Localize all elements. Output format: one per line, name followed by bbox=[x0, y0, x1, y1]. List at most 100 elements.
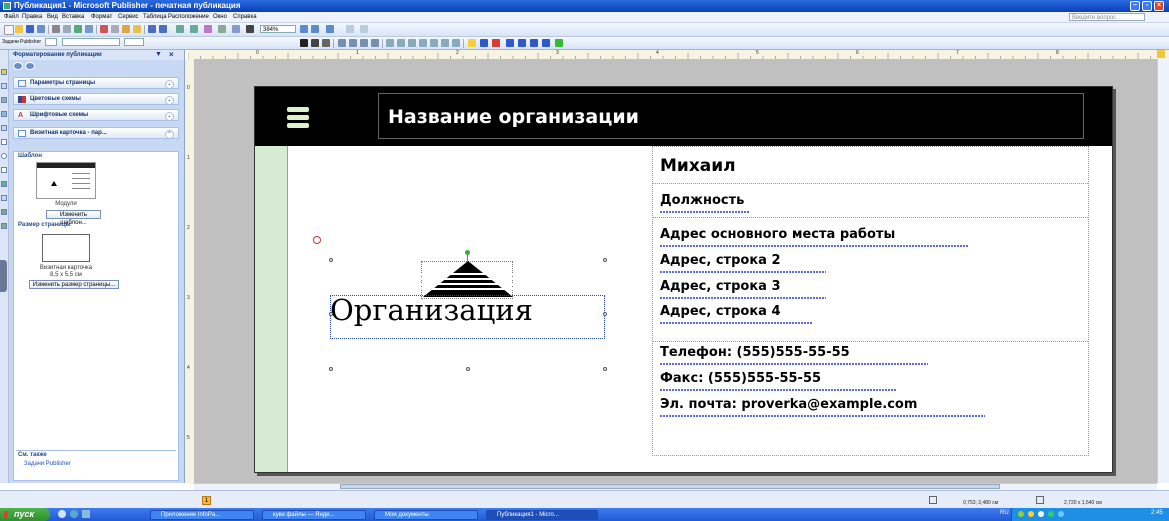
menu-table[interactable]: Таблица bbox=[143, 12, 167, 22]
style-select[interactable] bbox=[45, 38, 57, 46]
ruler-corner-marker[interactable] bbox=[1157, 50, 1165, 58]
phone-line[interactable]: Телефон: (555)555-55-55 bbox=[660, 345, 850, 360]
line-style-icon[interactable] bbox=[506, 39, 514, 47]
menu-insert[interactable]: Вставка bbox=[62, 12, 84, 22]
change-page-size-button[interactable]: Изменить размер страницы... bbox=[29, 280, 119, 289]
address-line-2[interactable]: Адрес, строка 2 bbox=[660, 253, 781, 268]
permission-icon[interactable] bbox=[37, 25, 45, 33]
zoom-select[interactable]: 384% bbox=[260, 25, 296, 33]
back-icon[interactable] bbox=[13, 62, 23, 70]
logo-selection-frame[interactable] bbox=[330, 295, 605, 339]
resize-handle[interactable] bbox=[603, 312, 607, 316]
line-spacing-icon[interactable] bbox=[386, 39, 394, 47]
task-pane-close-icon[interactable]: × bbox=[169, 50, 174, 60]
align-right-icon[interactable] bbox=[360, 39, 368, 47]
align-center-icon[interactable] bbox=[349, 39, 357, 47]
minimize-button[interactable]: – bbox=[1130, 1, 1140, 11]
menu-help[interactable]: Справка bbox=[233, 12, 257, 22]
menu-file[interactable]: Файл bbox=[4, 12, 19, 22]
tray-icon[interactable] bbox=[1018, 511, 1024, 517]
wrap-text-icon[interactable] bbox=[313, 236, 321, 244]
send-backward-icon[interactable] bbox=[190, 25, 198, 33]
numbering-icon[interactable] bbox=[397, 39, 405, 47]
taskbar-item[interactable]: Мои документы bbox=[374, 510, 478, 520]
line-color-icon[interactable] bbox=[480, 39, 488, 47]
chevron-down-icon[interactable]: ⌄ bbox=[165, 96, 174, 105]
address-line-1[interactable]: Адрес основного места работы bbox=[660, 227, 895, 242]
org-title[interactable]: Название организации bbox=[388, 106, 639, 128]
design-gallery-icon[interactable] bbox=[1, 223, 7, 229]
horizontal-scroll-thumb[interactable] bbox=[340, 484, 1000, 489]
contact-position[interactable]: Должность bbox=[660, 193, 744, 208]
resize-handle[interactable] bbox=[603, 258, 607, 262]
tray-icon[interactable] bbox=[1058, 511, 1064, 517]
size-select[interactable] bbox=[124, 38, 144, 46]
line-icon[interactable] bbox=[1, 139, 7, 145]
open-icon[interactable] bbox=[15, 25, 23, 33]
help-search-input[interactable]: Введите вопрос bbox=[1069, 13, 1145, 21]
text-box-icon[interactable] bbox=[1, 83, 7, 89]
format-painter-icon[interactable] bbox=[133, 25, 141, 33]
close-button[interactable]: × bbox=[1154, 1, 1164, 11]
form-control-icon[interactable] bbox=[1, 209, 7, 215]
menu-window[interactable]: Окно bbox=[213, 12, 227, 22]
align-left-icon[interactable] bbox=[338, 39, 346, 47]
tray-icon[interactable] bbox=[1028, 511, 1034, 517]
special-characters-icon[interactable] bbox=[246, 25, 254, 33]
rotate-icon[interactable] bbox=[204, 25, 212, 33]
contact-column[interactable]: Михаил Должность Адрес основного места р… bbox=[652, 146, 1089, 456]
fax-line[interactable]: Факс: (555)555-55-55 bbox=[660, 371, 821, 386]
resize-handle[interactable] bbox=[329, 312, 333, 316]
start-button[interactable]: пуск bbox=[0, 508, 50, 521]
resize-handle[interactable] bbox=[466, 367, 470, 371]
fill-color-icon[interactable] bbox=[468, 39, 476, 47]
resize-handle[interactable] bbox=[329, 258, 333, 262]
italic-icon[interactable] bbox=[311, 39, 319, 47]
template-thumbnail[interactable] bbox=[36, 162, 96, 199]
wordart-icon[interactable] bbox=[1, 111, 7, 117]
columns-icon[interactable] bbox=[232, 25, 240, 33]
print-preview-icon[interactable] bbox=[63, 25, 71, 33]
contact-name[interactable]: Михаил bbox=[660, 156, 736, 176]
view-icon[interactable] bbox=[360, 25, 368, 33]
spelling-icon[interactable] bbox=[74, 25, 82, 33]
resize-handle[interactable] bbox=[603, 367, 607, 371]
font-color-icon[interactable] bbox=[492, 39, 500, 47]
copy-icon[interactable] bbox=[111, 25, 119, 33]
quick-launch-icon[interactable] bbox=[58, 510, 66, 518]
dialog-icon[interactable] bbox=[346, 25, 354, 33]
menu-arrange[interactable]: Расположение bbox=[168, 12, 209, 22]
bring-forward-icon[interactable] bbox=[176, 25, 184, 33]
language-indicator[interactable]: RU bbox=[1000, 510, 1009, 516]
insert-table-icon[interactable] bbox=[218, 25, 226, 33]
3d-style-icon[interactable] bbox=[555, 39, 563, 47]
autoshapes-icon[interactable] bbox=[1, 181, 7, 187]
taskbar-item[interactable]: Приложение InfoPa... bbox=[150, 510, 254, 520]
zoom-out-icon[interactable] bbox=[300, 25, 308, 33]
oval-icon[interactable] bbox=[1, 153, 7, 159]
save-icon[interactable] bbox=[26, 25, 34, 33]
menu-view[interactable]: Вид bbox=[47, 12, 58, 22]
quick-launch-icon[interactable] bbox=[82, 510, 90, 518]
vertical-scrollbar[interactable] bbox=[1157, 59, 1169, 483]
forward-icon[interactable] bbox=[25, 62, 35, 70]
paste-icon[interactable] bbox=[122, 25, 130, 33]
table-frame-icon[interactable] bbox=[1, 97, 7, 103]
arrow-style-icon[interactable] bbox=[530, 39, 538, 47]
bullets-icon[interactable] bbox=[408, 39, 416, 47]
address-line-4[interactable]: Адрес, строка 4 bbox=[660, 304, 781, 319]
help-icon[interactable] bbox=[326, 25, 334, 33]
section-business-card[interactable]: Визитная карточка - пар... ⌃ bbox=[13, 127, 179, 139]
taskbar-item[interactable]: куки файлы — Янде... bbox=[262, 510, 366, 520]
font-shrink-icon[interactable] bbox=[441, 39, 449, 47]
resize-handle[interactable] bbox=[329, 367, 333, 371]
page-navigator[interactable]: 1 bbox=[202, 496, 211, 505]
menu-format[interactable]: Формат bbox=[91, 12, 112, 22]
new-icon[interactable] bbox=[4, 25, 14, 35]
dash-style-icon[interactable] bbox=[518, 39, 526, 47]
menu-tools[interactable]: Сервис bbox=[118, 12, 139, 22]
address-line-3[interactable]: Адрес, строка 3 bbox=[660, 279, 781, 294]
select-icon[interactable] bbox=[1, 69, 7, 75]
tray-icon[interactable] bbox=[1048, 511, 1054, 517]
chevron-down-icon[interactable]: ⌄ bbox=[165, 112, 174, 121]
